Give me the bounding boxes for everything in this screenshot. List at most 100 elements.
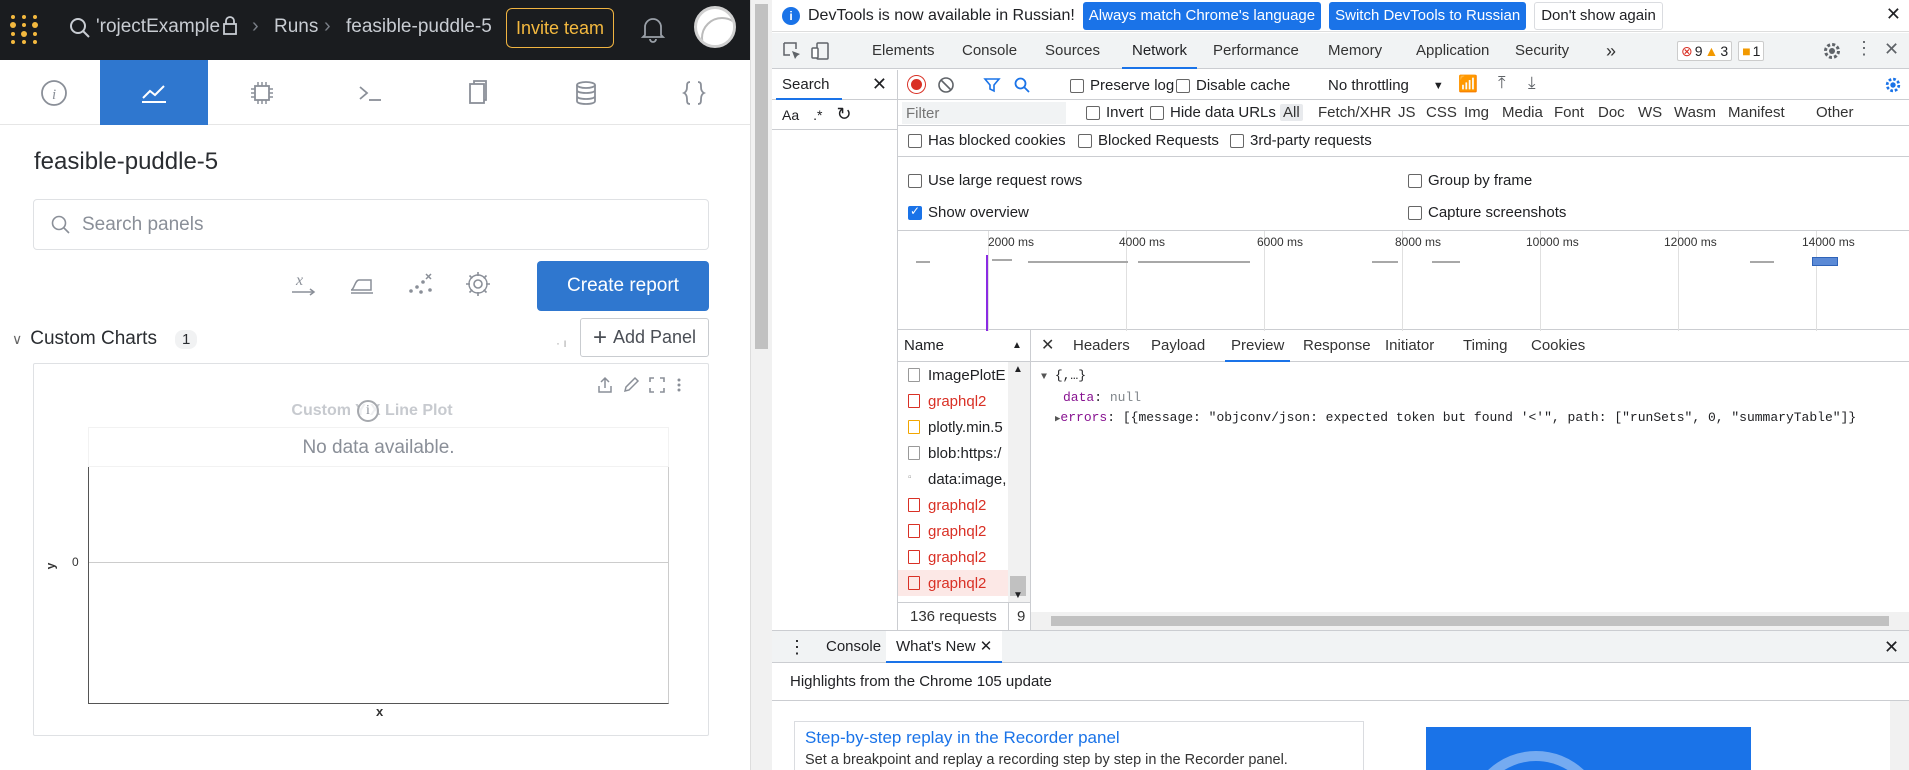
match-language-button[interactable]: Always match Chrome's language — [1082, 1, 1322, 30]
filter-img[interactable]: Img — [1464, 104, 1489, 121]
regex-toggle[interactable]: .* — [813, 107, 822, 123]
filter-css[interactable]: CSS — [1426, 104, 1457, 121]
checkbox[interactable] — [1086, 105, 1100, 120]
search-icon[interactable] — [1013, 76, 1031, 94]
gear-icon[interactable] — [1884, 76, 1902, 94]
tab-payload[interactable]: Payload — [1151, 330, 1205, 362]
issues-badge[interactable]: ■ 1 — [1738, 41, 1765, 61]
tab-response[interactable]: Response — [1303, 330, 1371, 362]
chevron-down-icon[interactable]: ∨ — [12, 331, 22, 348]
scroll-down-icon[interactable]: ▼ — [1013, 590, 1023, 601]
scroll-up-icon[interactable]: ▲ — [1013, 364, 1023, 375]
bell-icon[interactable] — [640, 15, 666, 43]
expand-triangle-icon[interactable]: ▼ — [1041, 372, 1047, 383]
checkbox[interactable] — [908, 133, 922, 148]
tab-charts[interactable] — [100, 60, 208, 125]
tab-application[interactable]: Application — [1416, 33, 1489, 69]
filter-other[interactable]: Other — [1816, 104, 1854, 121]
more-vertical-icon[interactable] — [676, 376, 682, 394]
disable-cache-checkbox[interactable]: Disable cache — [1176, 77, 1290, 94]
tab-preview[interactable]: Preview — [1225, 330, 1291, 362]
edit-icon[interactable] — [622, 376, 640, 394]
breadcrumb-runs[interactable]: Runs — [274, 16, 318, 38]
search-sidebar-title[interactable]: Search — [782, 76, 830, 93]
blocked-cookies-checkbox[interactable]: Has blocked cookies — [908, 132, 1066, 149]
inspect-icon[interactable] — [782, 41, 802, 61]
create-report-button[interactable]: Create report — [537, 261, 709, 311]
json-root-row[interactable]: ▼ {,…} — [1041, 366, 1909, 388]
refresh-icon[interactable]: ↻ — [836, 104, 851, 125]
close-icon[interactable]: ✕ — [1884, 39, 1899, 60]
feature-card[interactable]: Step-by-step replay in the Recorder pane… — [794, 721, 1364, 770]
tab-timing[interactable]: Timing — [1463, 330, 1507, 362]
device-toolbar-icon[interactable] — [810, 41, 830, 61]
smoothing-icon[interactable] — [348, 270, 376, 298]
close-icon[interactable]: ✕ — [872, 74, 887, 95]
filter-doc[interactable]: Doc — [1598, 104, 1625, 121]
checkbox[interactable] — [1408, 205, 1422, 220]
filter-all[interactable]: All — [1280, 104, 1303, 121]
dont-show-button[interactable]: Don't show again — [1534, 1, 1663, 30]
scrollbar-thumb[interactable] — [1051, 616, 1889, 626]
issue-badges[interactable]: ⊗ 9 ▲ 3 ■ 1 — [1677, 40, 1765, 62]
checkbox[interactable] — [908, 204, 922, 220]
search-panels-input[interactable] — [82, 210, 682, 240]
more-vertical-icon[interactable]: ⋮ — [1855, 38, 1873, 59]
avatar[interactable] — [694, 6, 736, 48]
tab-initiator[interactable]: Initiator — [1385, 330, 1434, 362]
more-vertical-icon[interactable]: ⋮ — [788, 631, 806, 663]
tab-memory[interactable]: Memory — [1328, 33, 1382, 69]
filter-media[interactable]: Media — [1502, 104, 1543, 121]
tab-logs[interactable] — [316, 60, 424, 125]
request-list-scrollbar[interactable]: ▲ ▼ — [1008, 362, 1030, 602]
info-icon[interactable] — [357, 400, 379, 422]
close-icon[interactable]: ✕ — [980, 638, 993, 655]
checkbox[interactable] — [1176, 78, 1190, 93]
gear-icon[interactable] — [1822, 41, 1842, 61]
more-tabs-icon[interactable]: » — [1606, 33, 1616, 69]
group-by-frame-checkbox[interactable]: Group by frame — [1408, 172, 1532, 189]
page-scrollbar[interactable] — [750, 0, 772, 770]
checkbox[interactable] — [908, 173, 922, 188]
tab-artifacts[interactable] — [532, 60, 640, 125]
network-overview[interactable]: 2000 ms 4000 ms 6000 ms 8000 ms 10000 ms… — [898, 230, 1909, 331]
wandb-logo-icon[interactable] — [6, 12, 42, 48]
invert-checkbox[interactable]: Invert — [1086, 104, 1144, 121]
json-errors-row[interactable]: ▶errors: [{message: "objconv/json: expec… — [1041, 408, 1909, 429]
feature-card-title[interactable]: Step-by-step replay in the Recorder pane… — [805, 728, 1353, 748]
checkbox[interactable] — [1408, 173, 1422, 188]
search-icon[interactable] — [68, 16, 92, 40]
filter-ws[interactable]: WS — [1638, 104, 1662, 121]
x-axis-icon[interactable]: x — [290, 270, 318, 298]
close-icon[interactable]: ✕ — [1886, 4, 1901, 25]
detail-h-scrollbar[interactable] — [1031, 612, 1909, 630]
show-overview-checkbox[interactable]: Show overview — [908, 204, 1029, 221]
tab-security[interactable]: Security — [1515, 33, 1569, 69]
share-icon[interactable] — [597, 376, 613, 394]
tab-whats-new[interactable]: What's New ✕ — [886, 631, 1003, 663]
match-case-toggle[interactable]: Aa — [782, 107, 799, 123]
tab-sources[interactable]: Sources — [1045, 33, 1100, 69]
hide-data-urls-checkbox[interactable]: Hide data URLs — [1150, 104, 1276, 121]
drawer-scrollbar[interactable] — [1890, 701, 1909, 770]
switch-russian-button[interactable]: Switch DevTools to Russian — [1329, 1, 1527, 30]
scrollbar-thumb[interactable] — [755, 4, 768, 349]
checkbox[interactable] — [1150, 105, 1164, 120]
throttling-select[interactable]: No throttling ▼ — [1328, 77, 1444, 94]
record-icon[interactable] — [908, 76, 925, 93]
capture-screenshots-checkbox[interactable]: Capture screenshots — [1408, 204, 1566, 221]
tab-code[interactable] — [640, 60, 748, 125]
filter-font[interactable]: Font — [1554, 104, 1584, 121]
project-name[interactable]: 'rojectExample — [96, 16, 220, 38]
third-party-checkbox[interactable]: 3rd-party requests — [1230, 132, 1372, 149]
filter-manifest[interactable]: Manifest — [1728, 104, 1785, 121]
checkbox[interactable] — [1070, 78, 1084, 93]
checkbox[interactable] — [1230, 133, 1244, 148]
tab-network[interactable]: Network — [1122, 33, 1198, 69]
errors-badge[interactable]: ⊗ 9 ▲ 3 — [1677, 41, 1733, 61]
tab-performance[interactable]: Performance — [1213, 33, 1299, 69]
search-panels-field[interactable] — [33, 199, 709, 250]
export-har-icon[interactable]: ⤓ — [1528, 73, 1536, 93]
tab-overview[interactable]: i — [0, 60, 108, 125]
section-header[interactable]: ∨ Custom Charts 1 — [12, 326, 198, 352]
